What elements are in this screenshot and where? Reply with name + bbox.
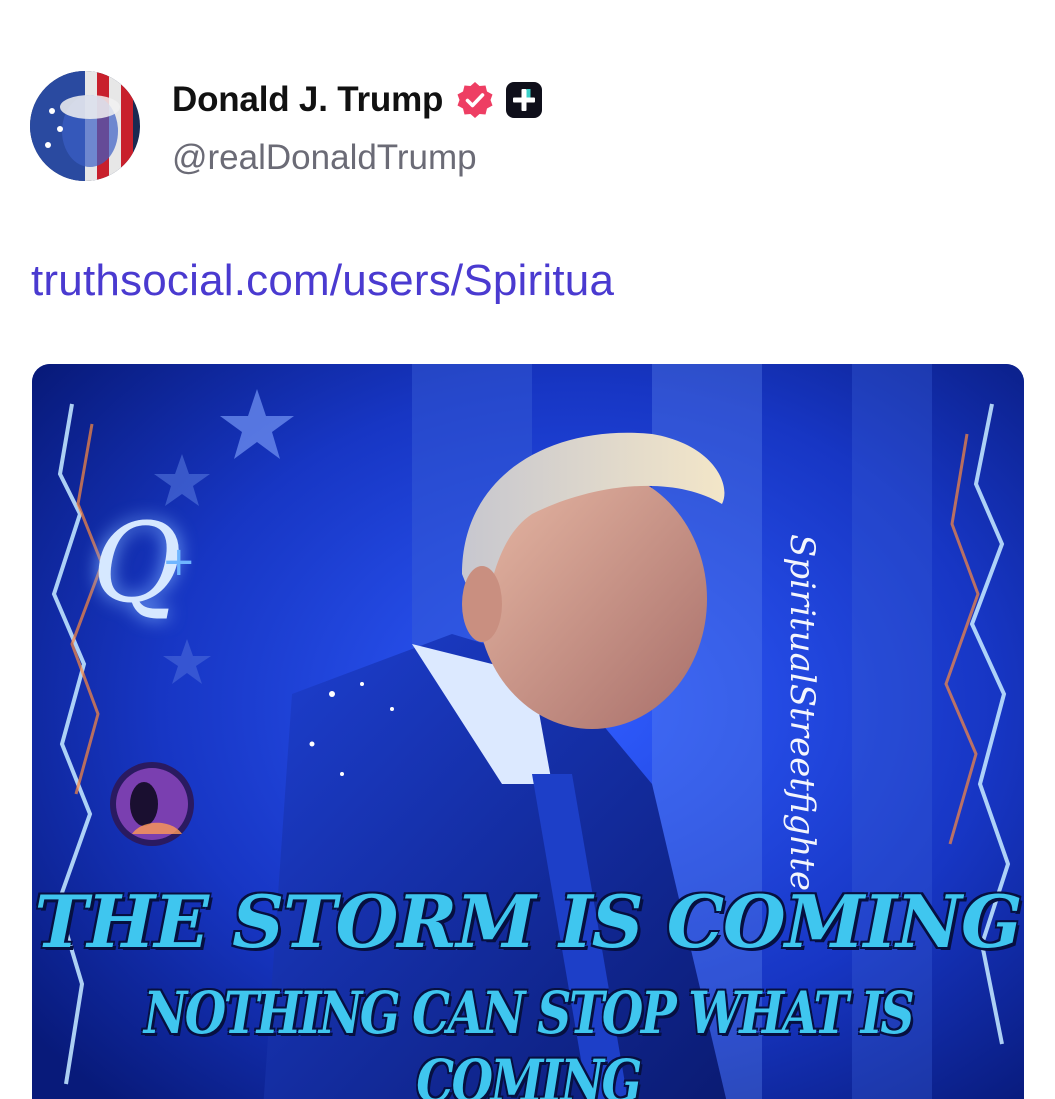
author-display-name[interactable]: Donald J. Trump xyxy=(172,80,443,120)
post-card: Donald J. Trump @realDonaldTrump truthso… xyxy=(0,0,1055,1099)
author-handle[interactable]: @realDonaldTrump xyxy=(172,138,477,178)
post-media-image[interactable]: Q + SpiritualStreetfighter THE STORM IS … xyxy=(32,364,1024,1099)
post-link[interactable]: truthsocial.com/users/Spiritua xyxy=(31,256,614,306)
verified-check-icon xyxy=(455,80,495,120)
author-avatar[interactable] xyxy=(30,71,140,181)
plus-square-icon xyxy=(505,81,543,119)
avatar-image xyxy=(30,71,140,181)
author-name-row: Donald J. Trump xyxy=(172,76,543,124)
media-background xyxy=(32,364,1024,1099)
